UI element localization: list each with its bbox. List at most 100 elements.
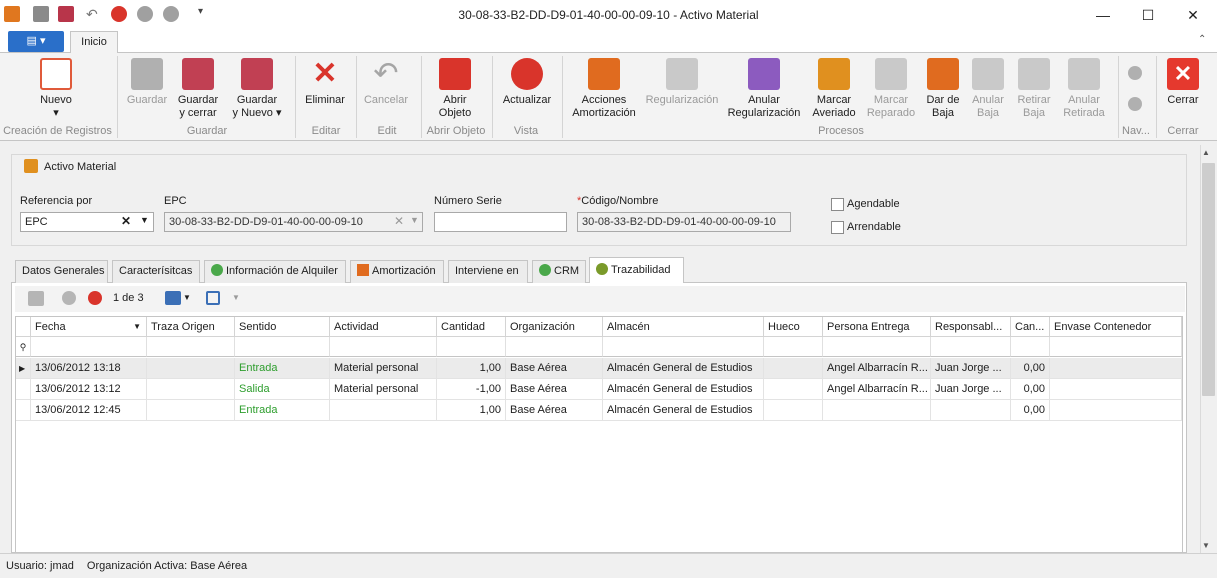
marcar-reparado-button[interactable]: Marcar Reparado bbox=[864, 56, 918, 126]
filter-cell[interactable] bbox=[1011, 337, 1050, 357]
tab-amortizacion[interactable]: Amortización bbox=[350, 260, 444, 283]
scroll-thumb[interactable] bbox=[1202, 163, 1215, 396]
print-preview-icon[interactable] bbox=[206, 291, 220, 305]
dar-baja-button[interactable]: Dar de Baja bbox=[922, 56, 964, 126]
regularizacion-button[interactable]: Regularización bbox=[644, 56, 720, 126]
cell-sentido[interactable]: Salida bbox=[235, 379, 330, 400]
clear-x-icon[interactable]: ✕ bbox=[121, 214, 131, 228]
cell-cantidad[interactable]: -1,00 bbox=[437, 379, 506, 400]
cell-fecha[interactable]: 13/06/2012 13:12 bbox=[31, 379, 147, 400]
filter-cell[interactable] bbox=[330, 337, 437, 357]
column-header-cantidad-2[interactable]: Can... bbox=[1011, 317, 1050, 337]
cell-sentido[interactable]: Entrada bbox=[235, 400, 330, 421]
cell-envase[interactable] bbox=[1050, 400, 1182, 421]
close-icon[interactable]: ✕ bbox=[1182, 6, 1204, 24]
guardar-button[interactable]: Guardar bbox=[124, 56, 170, 126]
column-header-actividad[interactable]: Actividad bbox=[330, 317, 437, 337]
filter-cell[interactable] bbox=[147, 337, 235, 357]
epc-combo[interactable]: 30-08-33-B2-DD-D9-01-40-00-00-09-10 bbox=[164, 212, 423, 232]
guardar-nuevo-button[interactable]: Guardar y Nuevo ▾ bbox=[228, 56, 286, 126]
cell-can[interactable]: 0,00 bbox=[1011, 379, 1050, 400]
anular-baja-button[interactable]: Anular Baja bbox=[966, 56, 1010, 126]
abrir-objeto-button[interactable]: Abrir Objeto bbox=[428, 56, 482, 126]
cell-fecha[interactable]: 13/06/2012 13:18 bbox=[31, 358, 147, 379]
filter-cell[interactable] bbox=[506, 337, 603, 357]
app-menu-button[interactable]: ▤ ▾ bbox=[8, 31, 64, 52]
cell-responsable[interactable]: Juan Jorge ... bbox=[931, 358, 1011, 379]
filter-cell[interactable] bbox=[603, 337, 764, 357]
row-indicator-icon[interactable]: ▶ bbox=[16, 358, 31, 379]
cell-hueco[interactable] bbox=[764, 379, 823, 400]
cell-actividad[interactable]: Material personal bbox=[330, 379, 437, 400]
column-header-sentido[interactable]: Sentido bbox=[235, 317, 330, 337]
cell-hueco[interactable] bbox=[764, 400, 823, 421]
tab-inicio[interactable]: Inicio bbox=[70, 31, 118, 54]
chevron-down-icon[interactable]: ▼ bbox=[232, 293, 240, 302]
retirar-baja-button[interactable]: Retirar Baja bbox=[1012, 56, 1056, 126]
maximize-icon[interactable]: ☐ bbox=[1137, 6, 1159, 24]
codigo-input[interactable]: 30-08-33-B2-DD-D9-01-40-00-00-09-10 bbox=[577, 212, 791, 232]
cell-actividad[interactable]: Material personal bbox=[330, 358, 437, 379]
guardar-cerrar-button[interactable]: Guardar y cerrar bbox=[174, 56, 222, 126]
nav-down-icon[interactable] bbox=[1128, 97, 1142, 111]
tab-crm[interactable]: CRM bbox=[532, 260, 586, 283]
arrendable-checkbox[interactable] bbox=[831, 221, 844, 234]
column-header-persona-entrega[interactable]: Persona Entrega bbox=[823, 317, 931, 337]
eliminar-button[interactable]: ✕ Eliminar bbox=[302, 56, 348, 126]
column-header-almacen[interactable]: Almacén bbox=[603, 317, 764, 337]
cell-persona[interactable]: Angel Albarracín R... bbox=[823, 358, 931, 379]
cell-traza[interactable] bbox=[147, 379, 235, 400]
column-header-fecha[interactable]: Fecha ▼ bbox=[31, 317, 147, 337]
actualizar-button[interactable]: Actualizar bbox=[498, 56, 556, 126]
export-icon[interactable] bbox=[165, 291, 181, 305]
marcar-averiado-button[interactable]: Marcar Averiado bbox=[808, 56, 860, 126]
referencia-combo[interactable]: EPC bbox=[20, 212, 154, 232]
row-indicator[interactable] bbox=[16, 379, 31, 400]
scroll-up-icon[interactable]: ▲ bbox=[1202, 148, 1210, 157]
previous-icon[interactable] bbox=[62, 291, 76, 305]
filter-cell[interactable] bbox=[931, 337, 1011, 357]
cell-hueco[interactable] bbox=[764, 358, 823, 379]
cell-cantidad[interactable]: 1,00 bbox=[437, 400, 506, 421]
tab-caracteristicas[interactable]: Caracterísitcas bbox=[112, 260, 200, 283]
nav-up-icon[interactable] bbox=[1128, 66, 1142, 80]
filter-cell[interactable] bbox=[764, 337, 823, 357]
anular-retirada-button[interactable]: Anular Retirada bbox=[1058, 56, 1110, 126]
chevron-down-icon[interactable]: ▼ bbox=[183, 293, 191, 302]
cell-organizacion[interactable]: Base Aérea bbox=[506, 358, 603, 379]
agendable-checkbox[interactable] bbox=[831, 198, 844, 211]
filter-cell[interactable] bbox=[823, 337, 931, 357]
next-icon[interactable] bbox=[88, 291, 102, 305]
filter-cell[interactable] bbox=[1050, 337, 1182, 357]
tab-trazabilidad[interactable]: Trazabilidad bbox=[589, 257, 684, 283]
cell-responsable[interactable]: Juan Jorge ... bbox=[931, 379, 1011, 400]
collapse-ribbon-icon[interactable]: ⌃ bbox=[1198, 34, 1206, 45]
anular-regularizacion-button[interactable]: Anular Regularización bbox=[726, 56, 802, 126]
numero-serie-input[interactable] bbox=[434, 212, 567, 232]
cell-traza[interactable] bbox=[147, 400, 235, 421]
cell-organizacion[interactable]: Base Aérea bbox=[506, 400, 603, 421]
nuevo-button[interactable]: Nuevo ▾ bbox=[28, 56, 84, 126]
tab-datos-generales[interactable]: Datos Generales bbox=[15, 260, 108, 283]
tab-informacion-alquiler[interactable]: Información de Alquiler bbox=[204, 260, 346, 283]
filter-cell[interactable] bbox=[31, 337, 147, 357]
cell-persona[interactable]: Angel Albarracín R... bbox=[823, 379, 931, 400]
cell-traza[interactable] bbox=[147, 358, 235, 379]
column-header-hueco[interactable]: Hueco bbox=[764, 317, 823, 337]
scroll-down-icon[interactable]: ▼ bbox=[1202, 541, 1210, 550]
column-header-traza-origen[interactable]: Traza Origen bbox=[147, 317, 235, 337]
cell-responsable[interactable] bbox=[931, 400, 1011, 421]
cell-persona[interactable] bbox=[823, 400, 931, 421]
cell-organizacion[interactable]: Base Aérea bbox=[506, 379, 603, 400]
minimize-icon[interactable]: — bbox=[1092, 6, 1114, 24]
column-header-cantidad[interactable]: Cantidad bbox=[437, 317, 506, 337]
cell-almacen[interactable]: Almacén General de Estudios bbox=[603, 400, 764, 421]
row-indicator[interactable] bbox=[16, 400, 31, 421]
cell-envase[interactable] bbox=[1050, 379, 1182, 400]
cancelar-button[interactable]: ↶ Cancelar bbox=[362, 56, 410, 126]
column-header-organizacion[interactable]: Organización bbox=[506, 317, 603, 337]
cell-almacen[interactable]: Almacén General de Estudios bbox=[603, 379, 764, 400]
cell-almacen[interactable]: Almacén General de Estudios bbox=[603, 358, 764, 379]
chevron-down-icon[interactable]: ▼ bbox=[140, 215, 149, 225]
new-row-icon[interactable] bbox=[28, 291, 44, 306]
